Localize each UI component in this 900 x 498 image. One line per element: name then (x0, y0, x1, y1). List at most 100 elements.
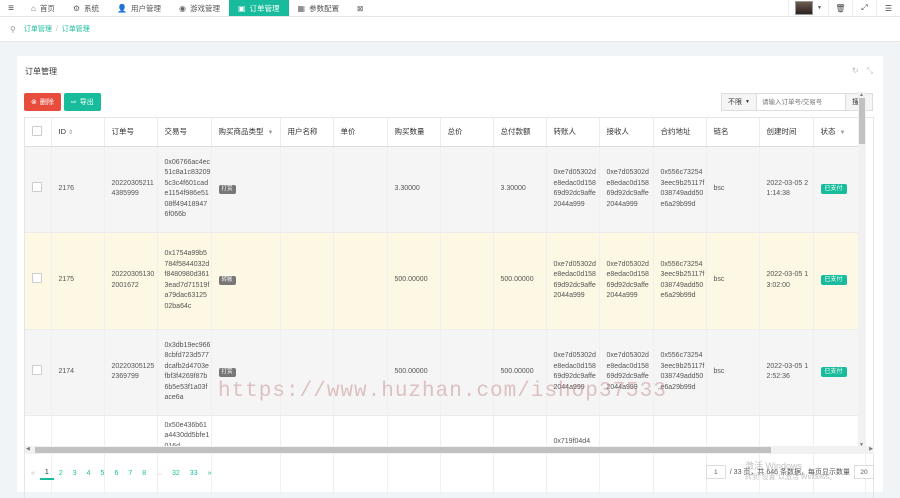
scrollbar-thumb[interactable] (35, 447, 771, 453)
cell-receiver: 0xe7d05302de8edac0d15869d92dc9affe2044a9… (599, 232, 654, 330)
cell-order-no: 202203052114385999 (104, 146, 158, 233)
page-next[interactable]: » (203, 466, 217, 480)
page-link[interactable]: 6 (109, 466, 123, 480)
list-icon[interactable]: ☰ (876, 0, 900, 16)
cell-user-name (280, 232, 334, 330)
avatar (795, 1, 814, 15)
table-row[interactable]: 2175 202203051302001672 0x1754a99b5784f5… (25, 232, 866, 330)
select-all-cell (25, 118, 52, 147)
breadcrumb: ⚲ 订单管理 / 订单管理 (0, 17, 900, 42)
search-input[interactable] (757, 94, 845, 110)
user-menu[interactable]: ▼ (788, 0, 828, 16)
page-link[interactable]: 32 (167, 466, 185, 480)
page-size-select[interactable]: 20 (854, 465, 874, 479)
cell-unit-price (333, 146, 388, 233)
filter-icon[interactable]: ▼ (268, 130, 274, 136)
panel-tools: ↻ ⤡ (852, 66, 873, 76)
cell-chain: bsc (706, 329, 760, 416)
breadcrumb-item[interactable]: 订单管理 (62, 24, 90, 34)
nav-item-system[interactable]: ⚙ 系统 (64, 0, 108, 16)
filter-icon[interactable]: ▼ (840, 130, 846, 136)
page-prev[interactable]: « (26, 466, 40, 480)
horizontal-scrollbar[interactable]: ◀ ▶ (25, 446, 874, 454)
scrollbar-thumb[interactable] (859, 98, 865, 144)
cell-id (51, 415, 105, 498)
cell-contract: 0x556c732543eec9b25117f038749add50e6a29b… (653, 232, 707, 330)
cell-user-name (280, 146, 334, 233)
nav-item-home[interactable]: ⌂ 首页 (22, 0, 64, 16)
fullscreen-tab-icon[interactable]: ⊠ (348, 0, 372, 16)
nav-item-users[interactable]: 👤 用户管理 (108, 0, 170, 16)
cell-tx-no: 0x3db19ec9668cbfd723d577dcafb2d4703efbf3… (157, 329, 212, 416)
page-link[interactable]: 5 (96, 466, 110, 480)
table-row[interactable]: 2176 202203052114385999 0x06766ac4ec51c8… (25, 146, 866, 233)
col-contract: 合约地址 (653, 118, 707, 147)
cell-id: 2176 (51, 146, 105, 233)
page-ellipsis: ... (156, 469, 162, 477)
refresh-icon[interactable]: ↻ (852, 66, 859, 76)
page-link[interactable]: 4 (82, 466, 96, 480)
type-badge: 打赏 (218, 184, 236, 194)
delete-button[interactable]: ⊗ 删除 (24, 93, 61, 111)
page-link[interactable]: 33 (185, 466, 203, 480)
col-tx-no: 交易号 (157, 118, 212, 147)
page-title: 订单管理 (25, 67, 57, 76)
select-all-checkbox[interactable] (32, 125, 42, 136)
page-link[interactable]: 1 (39, 466, 54, 480)
row-checkbox[interactable] (32, 273, 42, 284)
chevron-down-icon: ▼ (745, 99, 750, 105)
order-icon: ▣ (237, 3, 246, 13)
cell-chain: bsc (706, 146, 760, 233)
col-product-type: 购买商品类型 ▼ (211, 118, 281, 147)
cell-id: 2174 (51, 329, 105, 416)
status-badge: 已支付 (820, 366, 847, 377)
cell-unit-price (333, 232, 388, 330)
page-link[interactable]: 2 (54, 466, 68, 480)
cell-contract: 0x556c732543eec9b25117f038749add50e6a29b… (653, 146, 707, 233)
cell-created: 2022-03-05 21:14:38 (759, 146, 814, 233)
scroll-right-icon[interactable]: ▶ (869, 446, 873, 452)
home-icon: ⌂ (31, 3, 36, 13)
status-badge: 已支付 (820, 183, 847, 194)
cell-created: 2022-03-05 13:02:00 (759, 232, 814, 330)
toolbar: ⊗ 删除 ⇨ 导出 (24, 93, 101, 111)
nav-item-config[interactable]: ▦ 参数配置 (289, 0, 349, 16)
cell-total (440, 232, 494, 330)
chevron-down-icon: ▼ (817, 5, 822, 11)
row-checkbox[interactable] (32, 181, 42, 192)
location-icon: ⚲ (10, 24, 16, 34)
table-row[interactable]: 0x50e436b61a4430dd5bfe1016d 0x719f04d4 (25, 415, 866, 498)
menu-toggle-icon[interactable]: ≡ (0, 0, 22, 16)
nav-item-orders[interactable]: ▣ 订单管理 (228, 0, 289, 16)
cell-transfer: 0xe7d05302de8edac0d15869d92dc9affe2044a9… (546, 146, 600, 233)
type-badge: 转账 (218, 276, 236, 286)
gear-icon: ⚙ (72, 3, 81, 13)
cell-tx-no: 0x50e436b61a4430dd5bfe1016d (157, 415, 212, 498)
grid-icon: ▦ (297, 3, 306, 13)
orders-table: ID ⇕ 订单号 交易号 购买商品类型 ▼ 用户名称 单价 购买数量 总价 总付款额… (24, 117, 874, 498)
trash-icon[interactable]: 🗑 (828, 0, 852, 16)
scroll-left-icon[interactable]: ◀ (26, 446, 30, 452)
vertical-scrollbar[interactable]: ▲ ▼ (858, 92, 866, 448)
page-jump-input[interactable]: 1 (705, 465, 726, 479)
page-link[interactable]: 8 (137, 466, 151, 480)
page-link[interactable]: 3 (68, 466, 82, 480)
filter-select[interactable]: 不限 ▼ (722, 94, 757, 110)
top-navbar: ≡ ⌂ 首页 ⚙ 系统 👤 用户管理 ◉ 游戏管理 ▣ 订单管理 ▦ 参数配置 ⊠ ▼ 🗑 … (0, 0, 900, 17)
sort-icon[interactable]: ⇕ (68, 130, 73, 136)
fullscreen-icon[interactable]: ⤡ (867, 66, 873, 76)
cell-tx-no: 0x06766ac4ec51c8a1c832095c3c4f601cade115… (157, 146, 212, 233)
status-badge: 已支付 (820, 275, 847, 286)
col-quantity: 购买数量 (387, 118, 441, 147)
breadcrumb-item[interactable]: 订单管理 (24, 24, 52, 34)
export-button[interactable]: ⇨ 导出 (63, 93, 101, 111)
expand-icon[interactable]: ⤢ (852, 0, 876, 16)
col-id[interactable]: ID ⇕ (51, 118, 105, 147)
col-transfer: 转账人 (546, 118, 600, 147)
nav-item-games[interactable]: ◉ 游戏管理 (170, 0, 229, 16)
cell-order-no: 202203051302001672 (104, 232, 158, 330)
page-link[interactable]: 7 (123, 466, 137, 480)
windows-activation-watermark: 激活 Windows 转到"设置"以激活 Windows。 (745, 461, 837, 481)
type-badge: 打赏 (218, 367, 236, 377)
row-checkbox[interactable] (32, 364, 42, 375)
